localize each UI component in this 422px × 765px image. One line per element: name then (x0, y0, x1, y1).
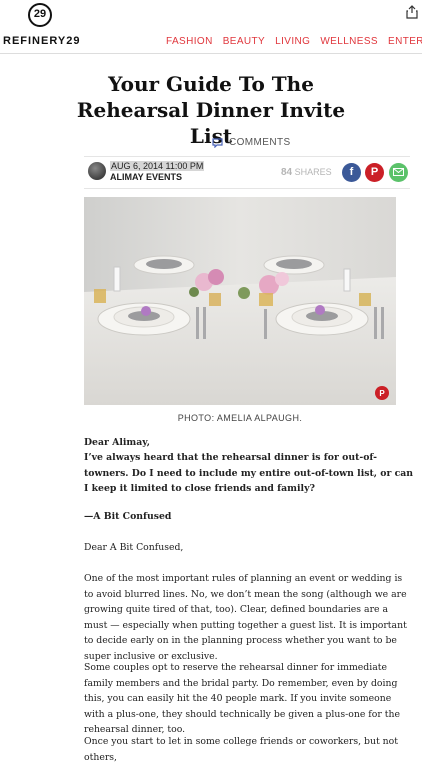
shares-number: 84 (281, 167, 293, 178)
logo-mark[interactable]: 29 (28, 3, 52, 27)
header-divider (0, 53, 422, 54)
nav-living[interactable]: LIVING (275, 36, 310, 47)
site-logo[interactable]: REFINERY29 (3, 35, 80, 47)
logo-mark-text: 29 (33, 8, 47, 20)
table-setting-image: P (84, 197, 396, 405)
comments-link[interactable]: COMMENTS (212, 137, 291, 148)
meta-divider-bottom (84, 188, 410, 189)
author-name[interactable]: ALIMAY EVENTS (110, 172, 182, 182)
shares-count: 84 SHARES (281, 167, 332, 178)
paragraph-2: Some couples opt to reserve the rehearsa… (84, 662, 400, 735)
pinterest-share-button[interactable]: P (365, 163, 384, 182)
meta-divider-top (84, 156, 410, 157)
nav-wellness[interactable]: WELLNESS (320, 36, 378, 47)
letter-signoff: —A Bit Confused (84, 511, 172, 522)
comment-icon (212, 137, 223, 148)
paragraph-1: One of the most important rules of plann… (84, 573, 407, 662)
email-icon (393, 168, 404, 176)
photo-caption: PHOTO: AMELIA ALPAUGH. (177, 413, 303, 423)
share-icon[interactable] (406, 5, 418, 19)
email-share-button[interactable] (389, 163, 408, 182)
author-avatar[interactable] (88, 162, 106, 180)
facebook-share-button[interactable]: f (342, 163, 361, 182)
pinterest-icon: P (370, 166, 379, 178)
letter-greeting: Dear Alimay, (84, 437, 151, 448)
comments-label: COMMENTS (229, 137, 291, 148)
shares-label: SHARES (294, 167, 332, 177)
paragraph-3: Once you start to let in some college fr… (84, 736, 398, 763)
publish-date: AUG 6, 2014 11:00 PM (110, 161, 205, 171)
site-header: 29 REFINERY29 FASHION BEAUTY LIVING WELLNES… (0, 0, 422, 52)
main-nav: FASHION BEAUTY LIVING WELLNESS ENTERTAI (166, 36, 422, 47)
letter-question: I’ve always heard that the rehearsal din… (84, 452, 414, 494)
svg-text:P: P (379, 389, 385, 398)
facebook-icon: f (349, 166, 354, 178)
article-title: Your Guide To The Rehearsal Dinner Invit… (76, 72, 346, 148)
nav-entertainment[interactable]: ENTERTAI (388, 36, 422, 47)
nav-beauty[interactable]: BEAUTY (223, 36, 265, 47)
nav-fashion[interactable]: FASHION (166, 36, 213, 47)
article-photo: P (84, 197, 396, 405)
reply-greeting: Dear A Bit Confused, (84, 542, 184, 553)
